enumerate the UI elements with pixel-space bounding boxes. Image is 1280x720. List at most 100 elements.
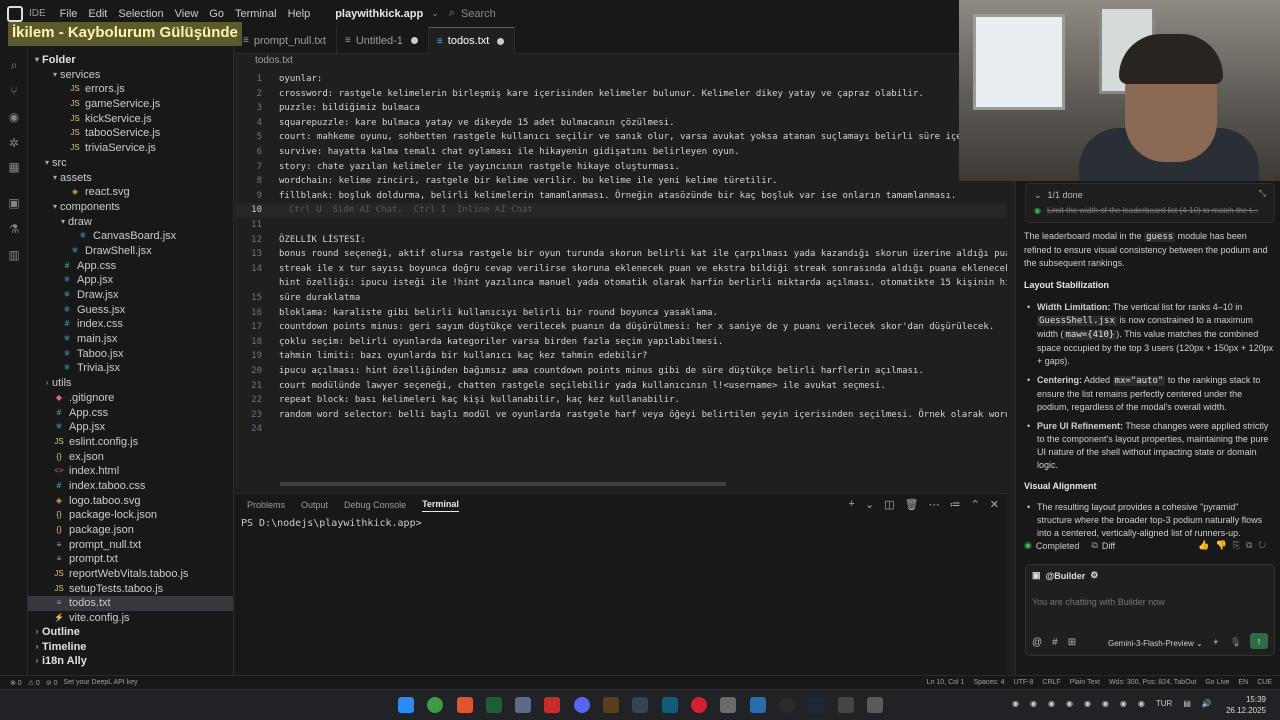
editor-line[interactable]: 14 streak ile x tur sayısı boyunca doğru … <box>235 262 1007 277</box>
section-outline[interactable]: › Outline <box>28 625 233 640</box>
tree-item[interactable]: ▾ assets <box>28 171 233 186</box>
ide-taskbar-icon[interactable] <box>486 697 502 713</box>
tree-item[interactable]: › utils <box>28 376 233 391</box>
tree-item[interactable]: ⚛ Draw.jsx <box>28 288 233 303</box>
split-terminal-icon[interactable]: ◫ <box>884 498 894 511</box>
feedback-icons[interactable]: 👍👎⎘⧉↻ <box>1198 540 1272 551</box>
editor-line[interactable]: 3 puzzle: bildiğimiz bulmaca <box>235 101 1007 116</box>
tray-icon[interactable]: ◉ <box>1102 699 1109 708</box>
microphone-icon[interactable]: 🎙 <box>1230 637 1241 648</box>
filezilla-icon[interactable] <box>544 697 560 713</box>
code-editor[interactable]: 1 oyunlar: 2 crossword: rastgele kelimeleri… <box>235 72 1007 492</box>
language-indicator[interactable]: EN <box>1238 679 1248 686</box>
panel-tab-problems[interactable]: Problems <box>247 500 285 510</box>
editor-line[interactable]: 23 random word selector: belli başlı modü… <box>235 408 1007 423</box>
tree-item[interactable]: JS tabooService.js <box>28 126 233 141</box>
section-timeline[interactable]: › Timeline <box>28 640 233 655</box>
unsaved-dot-icon[interactable] <box>410 37 418 44</box>
tree-item[interactable]: {} package-lock.json <box>28 508 233 523</box>
model-selector[interactable]: Gemini-3-Flash-Preview ⌄ <box>1108 639 1203 648</box>
tree-item[interactable]: # App.css <box>28 259 233 274</box>
brave-icon[interactable] <box>457 697 473 713</box>
todo-header[interactable]: ⌄ 1/1 done <box>1034 190 1083 201</box>
tree-item[interactable]: JS setupTests.taboo.js <box>28 582 233 597</box>
tree-item[interactable]: {} ex.json <box>28 450 233 465</box>
line-ending[interactable]: CRLF <box>1042 679 1060 686</box>
extensions-icon[interactable]: ▦ <box>7 160 21 174</box>
editor-line[interactable]: 10 Ctrl U Side AI Chat, Ctrl I Inline AI … <box>235 203 1007 218</box>
editor-line[interactable]: 17 countdown points minus: geri sayım düş… <box>235 320 1007 335</box>
tree-item[interactable]: JS kickService.js <box>28 112 233 127</box>
editor-line[interactable]: 18 çoklu seçim: belirli oyunlarda kategor… <box>235 335 1007 350</box>
tree-item[interactable]: JS eslint.config.js <box>28 435 233 450</box>
editor-line[interactable]: 1 oyunlar: <box>235 72 1007 87</box>
tree-item[interactable]: ⚡ vite.config.js <box>28 611 233 626</box>
tree-item[interactable]: ≡ todos.txt <box>28 596 233 612</box>
tree-item[interactable]: JS gameService.js <box>28 97 233 112</box>
errors-count[interactable]: ⊗ 0 <box>10 679 22 687</box>
menu-file[interactable]: File <box>60 8 78 20</box>
editor-line[interactable]: 6 survive: hayatta kalma temalı chat oyla… <box>235 145 1007 160</box>
send-button[interactable]: ↑ <box>1250 633 1268 649</box>
chevron-up-icon[interactable]: ⌃ <box>971 498 980 511</box>
language-tray[interactable]: TUR <box>1156 699 1172 708</box>
editor-line[interactable]: 24 <box>235 422 1007 437</box>
indentation[interactable]: Spaces: 4 <box>973 679 1004 686</box>
panel-tab-debug-console[interactable]: Debug Console <box>344 500 406 510</box>
editor-line[interactable]: 19 tahmin limiti: bazı oyunlarda bir kull… <box>235 349 1007 364</box>
image-icon[interactable]: ⊞ <box>1068 637 1076 648</box>
steam-icon[interactable] <box>808 697 824 713</box>
breadcrumb[interactable]: todos.txt <box>255 55 293 69</box>
panel-tab-output[interactable]: Output <box>301 500 328 510</box>
clock[interactable]: 15:39 26.12.2025 <box>1226 694 1266 716</box>
tree-item[interactable]: ▾ components <box>28 200 233 215</box>
app-icon[interactable] <box>632 697 648 713</box>
tray-icon[interactable]: ◉ <box>1066 699 1073 708</box>
remote-icon[interactable]: ▣ <box>7 196 21 210</box>
tree-root-folder[interactable]: ▾ Folder <box>28 53 233 68</box>
word-count[interactable]: Wds: 300, Pos: 824, TabOut <box>1109 679 1196 686</box>
chat-input[interactable]: You are chatting with Builder now <box>1032 597 1165 607</box>
menu-edit[interactable]: Edit <box>88 8 107 20</box>
tree-item[interactable]: ⚛ DrawShell.jsx <box>28 244 233 259</box>
go-live-button[interactable]: Go Live <box>1205 679 1229 686</box>
editor-line[interactable]: 5 court: mahkeme oyunu, sohbetten rastgel… <box>235 130 1007 145</box>
encoding[interactable]: UTF-8 <box>1014 679 1034 686</box>
collapse-icon[interactable]: ⤡ <box>1259 188 1266 199</box>
search-icon[interactable]: ⌕ <box>7 58 21 72</box>
source-control-icon[interactable]: ⑂ <box>7 84 21 98</box>
cursor-position[interactable]: Ln 10, Col 1 <box>927 679 965 686</box>
deepl-status[interactable]: Set your DeepL API key <box>64 679 138 687</box>
menu-view[interactable]: View <box>175 8 199 20</box>
more-icon[interactable]: ⋯ <box>929 498 940 511</box>
calculator-icon[interactable] <box>867 697 883 713</box>
tray-icon[interactable]: ◉ <box>1012 699 1019 708</box>
menu-terminal[interactable]: Terminal <box>235 8 277 20</box>
editor-line[interactable]: 16 bloklama: karaliste gibi belirli kulla… <box>235 306 1007 321</box>
add-terminal-icon[interactable]: + <box>849 498 855 511</box>
section-i18n-ally[interactable]: › i18n Ally <box>28 654 233 669</box>
tray-icon[interactable]: ◉ <box>1048 699 1055 708</box>
menu-help[interactable]: Help <box>288 8 311 20</box>
editor-line[interactable]: 22 repeat block: bası kelimeleri kaç kişi… <box>235 393 1007 408</box>
github-icon[interactable] <box>779 697 795 713</box>
panel-tab-terminal[interactable]: Terminal <box>422 499 459 512</box>
tree-item[interactable]: ≡ prompt_null.txt <box>28 538 233 553</box>
sparkle-icon[interactable]: ✦ <box>1212 637 1220 648</box>
tree-item[interactable]: ◆ .gitignore <box>28 391 233 406</box>
tray-icon[interactable]: ◉ <box>1120 699 1127 708</box>
mention-icon[interactable]: @ <box>1032 637 1042 648</box>
debug-icon[interactable]: ✲ <box>7 136 21 150</box>
editor-line[interactable]: 7 story: chate yazılan kelimeler ile yayı… <box>235 160 1007 175</box>
tray-icon[interactable]: ◉ <box>1030 699 1037 708</box>
discord-icon[interactable] <box>574 697 590 713</box>
editor-line[interactable]: 20 ipucu açılması: hint özelliğinden bağı… <box>235 364 1007 379</box>
tree-item[interactable]: ◈ logo.taboo.svg <box>28 494 233 509</box>
close-icon[interactable]: ✕ <box>990 498 999 511</box>
tree-item[interactable]: ▾ draw <box>28 215 233 230</box>
diff-button[interactable]: Diff <box>1102 541 1115 551</box>
editor-line[interactable]: hint özelliği: ipucu isteği ile !hint ya… <box>235 276 1007 291</box>
illustrator-icon[interactable] <box>603 697 619 713</box>
tree-item[interactable]: ◈ react.svg <box>28 185 233 200</box>
tab-todos[interactable]: ≡ todos.txt <box>428 27 516 54</box>
